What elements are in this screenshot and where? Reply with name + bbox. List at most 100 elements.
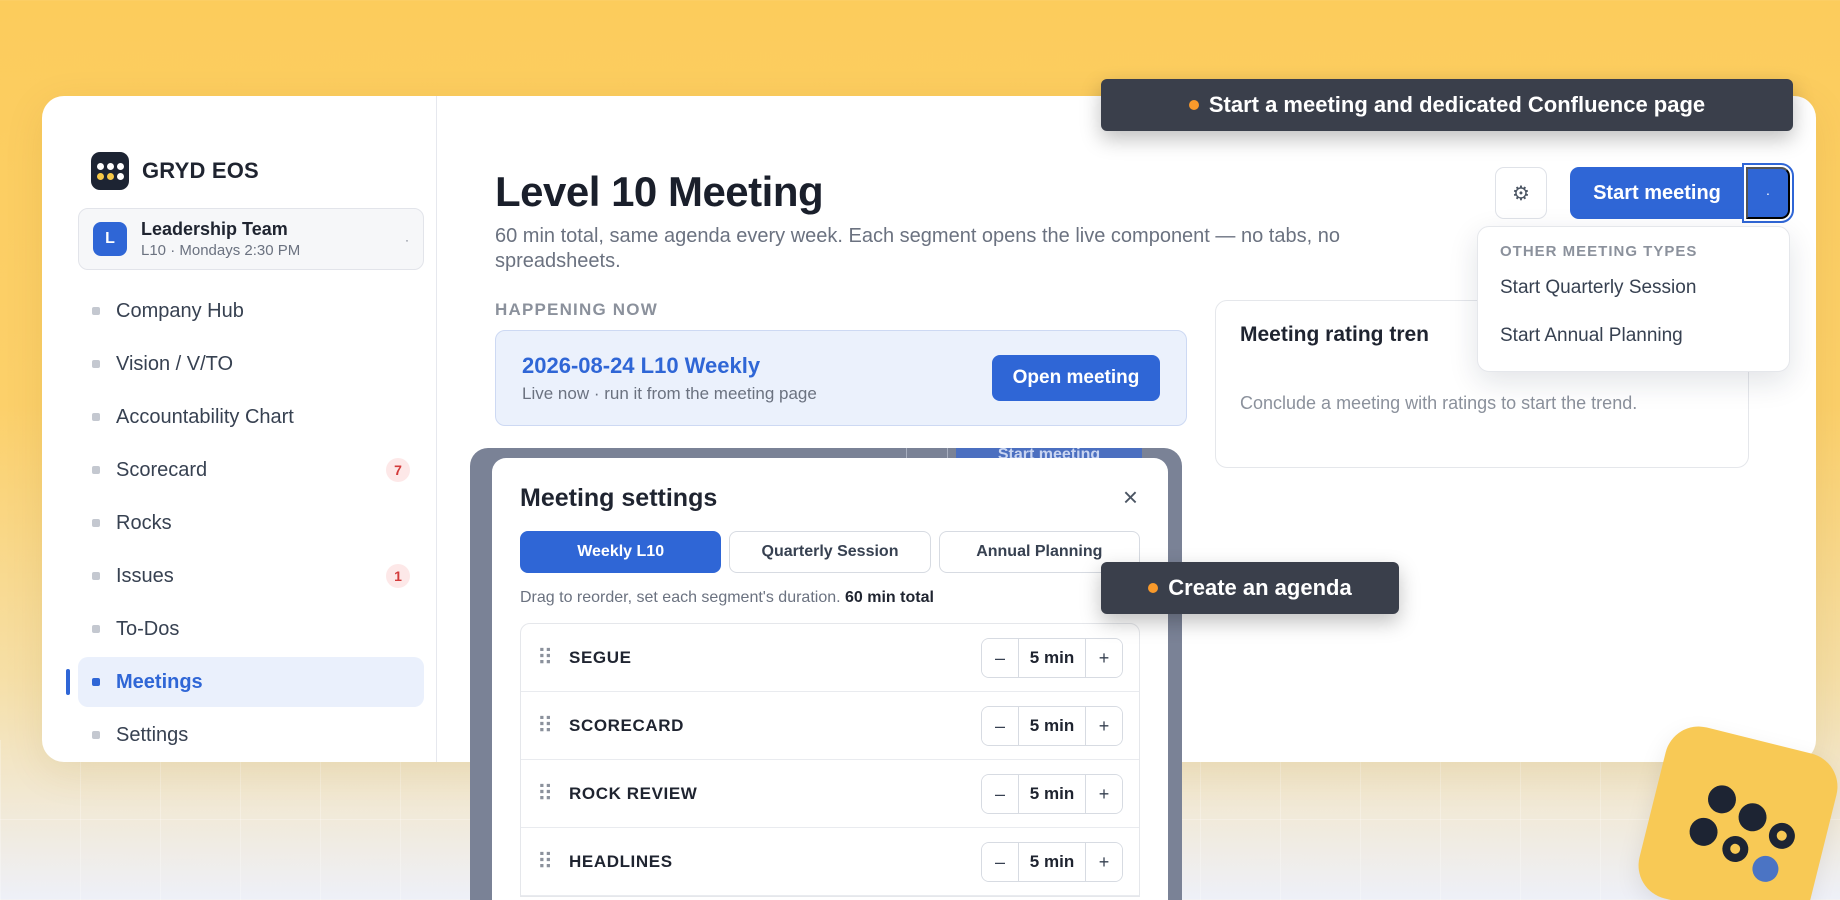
increment-button[interactable]: + bbox=[1086, 639, 1122, 677]
drag-hint: Drag to reorder, set each segment's dura… bbox=[520, 589, 1140, 607]
increment-button[interactable]: + bbox=[1086, 843, 1122, 881]
sidebar-item-label: Accountability Chart bbox=[116, 405, 294, 428]
count-badge: 1 bbox=[386, 564, 410, 588]
badge-ring bbox=[1766, 820, 1798, 852]
brand-name: GRYD EOS bbox=[142, 158, 259, 183]
sidebar: GRYD EOS L Leadership Team L10 · Mondays… bbox=[42, 96, 437, 762]
modal-title: Meeting settings bbox=[520, 484, 718, 512]
bullet-icon bbox=[92, 678, 100, 686]
sidebar-item-rocks[interactable]: Rocks bbox=[78, 498, 424, 548]
sidebar-item-company-hub[interactable]: Company Hub bbox=[78, 286, 424, 336]
count-badge: 7 bbox=[386, 458, 410, 482]
meeting-type-tabs: Weekly L10 Quarterly Session Annual Plan… bbox=[520, 531, 1140, 573]
sidebar-item-settings[interactable]: Settings bbox=[78, 710, 424, 760]
bullet-icon bbox=[92, 731, 100, 739]
callout-text: Start a meeting and dedicated Confluence… bbox=[1208, 92, 1706, 117]
badge-dot bbox=[1735, 800, 1770, 835]
sidebar-item-issues[interactable]: Issues 1 bbox=[78, 551, 424, 601]
brand: GRYD EOS bbox=[91, 152, 436, 190]
sidebar-item-label: Issues bbox=[116, 564, 174, 587]
list-item[interactable]: ⠿ HEADLINES – 5 min + bbox=[521, 828, 1139, 896]
decrement-button[interactable]: – bbox=[982, 775, 1018, 813]
total-duration: 60 min total bbox=[845, 589, 934, 606]
meeting-settings-modal: Meeting settings × Weekly L10 Quarterly … bbox=[492, 458, 1168, 900]
badge-ring bbox=[1719, 833, 1752, 865]
list-item[interactable]: ⠿ ROCK REVIEW – 5 min + bbox=[521, 760, 1139, 828]
duration-stepper: – 5 min + bbox=[981, 706, 1123, 746]
segment-name: HEADLINES bbox=[569, 851, 673, 871]
duration-value: 5 min bbox=[1018, 639, 1086, 677]
sidebar-item-label: Rocks bbox=[116, 511, 172, 534]
sidebar-item-scorecard[interactable]: Scorecard 7 bbox=[78, 445, 424, 495]
chevron-down-icon: · bbox=[405, 233, 409, 247]
team-schedule: L10 · Mondays 2:30 PM bbox=[141, 242, 301, 259]
badge-dot bbox=[1686, 814, 1721, 849]
increment-button[interactable]: + bbox=[1086, 775, 1122, 813]
bullet-icon bbox=[92, 307, 100, 315]
sidebar-nav: Company Hub Vision / V/TO Accountability… bbox=[66, 286, 436, 760]
menu-item-annual-planning[interactable]: Start Annual Planning bbox=[1500, 320, 1789, 368]
meeting-types-dropdown: OTHER MEETING TYPES Start Quarterly Sess… bbox=[1477, 226, 1790, 372]
decrement-button[interactable]: – bbox=[982, 707, 1018, 745]
sidebar-item-label: To-Dos bbox=[116, 617, 180, 640]
decrement-button[interactable]: – bbox=[982, 639, 1018, 677]
gear-icon: ⚙ bbox=[1512, 182, 1530, 205]
sidebar-item-label: Company Hub bbox=[116, 299, 244, 322]
page-title: Level 10 Meeting bbox=[495, 168, 824, 215]
segment-name: ROCK REVIEW bbox=[569, 783, 698, 803]
duration-value: 5 min bbox=[1018, 775, 1086, 813]
badge-dot bbox=[1705, 782, 1739, 817]
drag-handle-icon[interactable]: ⠿ bbox=[537, 781, 561, 807]
happening-now-card: 2026-08-24 L10 Weekly Live now · run it … bbox=[495, 330, 1187, 426]
bullet-icon bbox=[92, 413, 100, 421]
empty-state-text: Conclude a meeting with ratings to start… bbox=[1240, 393, 1638, 413]
close-icon[interactable]: × bbox=[1123, 484, 1138, 510]
segment-list: ⠿ SEGUE – 5 min + ⠿ SCORECARD – 5 min + … bbox=[520, 623, 1140, 897]
team-name: Leadership Team bbox=[141, 219, 288, 239]
team-text: Leadership Team L10 · Mondays 2:30 PM bbox=[141, 219, 300, 259]
list-item[interactable]: ⠿ SEGUE – 5 min + bbox=[521, 624, 1139, 692]
sidebar-item-label: Vision / V/TO bbox=[116, 352, 234, 375]
start-meeting-menu-button[interactable]: · bbox=[1742, 163, 1794, 223]
callout-dot-icon bbox=[1148, 583, 1159, 593]
sidebar-item-vision[interactable]: Vision / V/TO bbox=[78, 339, 424, 389]
tab-weekly-l10[interactable]: Weekly L10 bbox=[520, 531, 722, 573]
sidebar-item-meetings[interactable]: Meetings bbox=[66, 657, 424, 707]
decrement-button[interactable]: – bbox=[982, 843, 1018, 881]
callout-dot-icon bbox=[1188, 100, 1199, 110]
bullet-icon bbox=[92, 625, 100, 633]
bullet-icon bbox=[92, 519, 100, 527]
badge-dot-accent bbox=[1749, 853, 1782, 885]
list-item[interactable]: ⠿ SCORECARD – 5 min + bbox=[521, 692, 1139, 760]
segment-name: SEGUE bbox=[569, 647, 632, 667]
duration-value: 5 min bbox=[1018, 843, 1086, 881]
callout-create-agenda: Create an agenda bbox=[1101, 562, 1399, 614]
drag-handle-icon[interactable]: ⠿ bbox=[537, 645, 561, 671]
duration-stepper: – 5 min + bbox=[981, 638, 1123, 678]
sidebar-item-label: Settings bbox=[116, 723, 189, 746]
callout-start-meeting: Start a meeting and dedicated Confluence… bbox=[1101, 79, 1793, 131]
tab-quarterly-session[interactable]: Quarterly Session bbox=[729, 531, 931, 573]
chevron-down-icon: · bbox=[1765, 185, 1771, 201]
menu-item-quarterly-session[interactable]: Start Quarterly Session bbox=[1500, 272, 1789, 320]
drag-handle-icon[interactable]: ⠿ bbox=[537, 849, 561, 875]
bullet-icon bbox=[92, 572, 100, 580]
increment-button[interactable]: + bbox=[1086, 707, 1122, 745]
team-avatar: L bbox=[93, 222, 127, 256]
sidebar-item-accountability-chart[interactable]: Accountability Chart bbox=[78, 392, 424, 442]
open-meeting-button[interactable]: Open meeting bbox=[992, 355, 1160, 401]
dropdown-heading: OTHER MEETING TYPES bbox=[1500, 243, 1698, 260]
drag-handle-icon[interactable]: ⠿ bbox=[537, 713, 561, 739]
meeting-settings-button[interactable]: ⚙ bbox=[1495, 167, 1547, 219]
team-switcher[interactable]: L Leadership Team L10 · Mondays 2:30 PM … bbox=[78, 208, 424, 270]
start-meeting-button[interactable]: Start meeting bbox=[1570, 167, 1744, 219]
section-label: HAPPENING NOW bbox=[495, 300, 658, 319]
sidebar-item-label: Meetings bbox=[116, 670, 203, 693]
sidebar-item-todos[interactable]: To-Dos bbox=[78, 604, 424, 654]
segment-name: SCORECARD bbox=[569, 715, 684, 735]
page-subtitle: 60 min total, same agenda every week. Ea… bbox=[495, 225, 1340, 272]
duration-stepper: – 5 min + bbox=[981, 774, 1123, 814]
bullet-icon bbox=[92, 466, 100, 474]
duration-value: 5 min bbox=[1018, 707, 1086, 745]
brand-logo-icon bbox=[91, 152, 129, 190]
